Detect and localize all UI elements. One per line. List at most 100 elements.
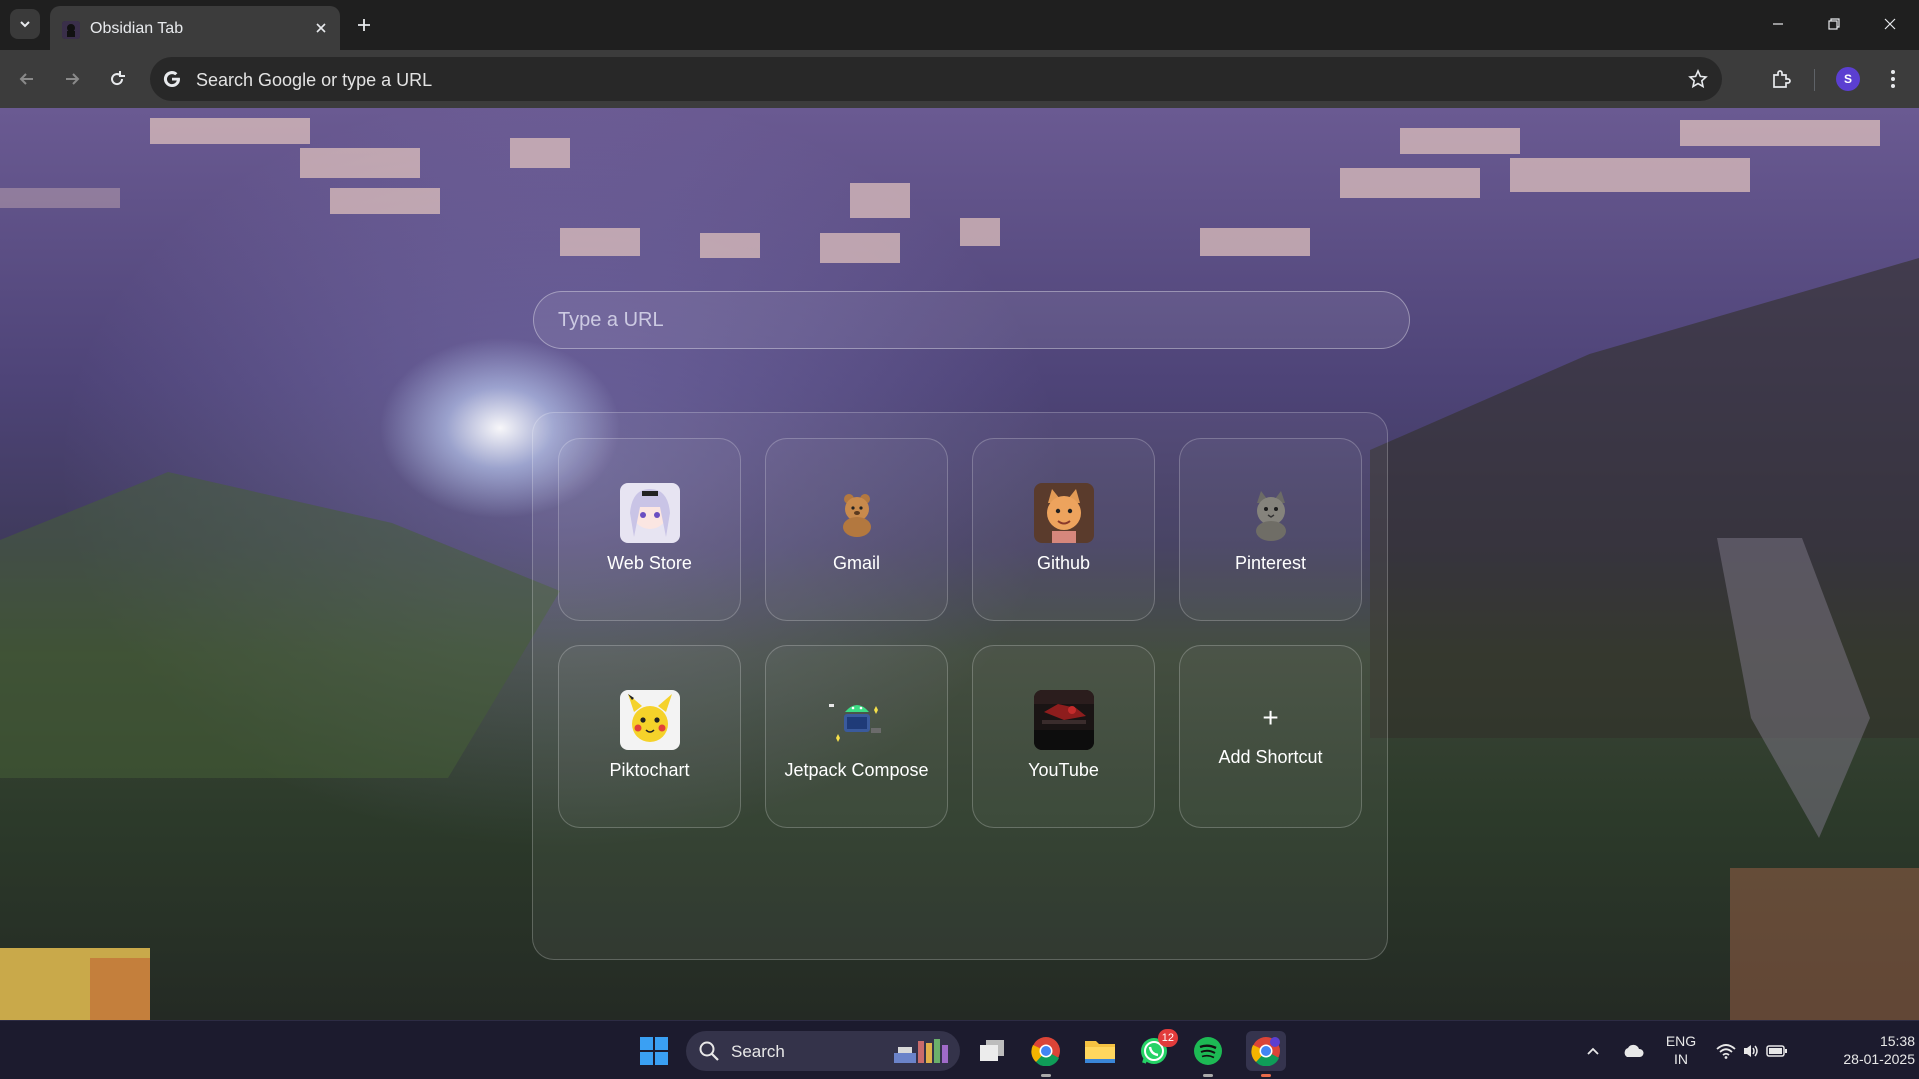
star-icon	[1688, 69, 1708, 89]
tab-strip: Obsidian Tab	[0, 0, 1919, 50]
google-icon	[160, 67, 184, 91]
running-indicator	[1203, 1074, 1213, 1077]
background-cloud	[820, 233, 900, 263]
background-cloud	[560, 228, 640, 256]
minimize-button[interactable]	[1750, 0, 1806, 48]
region-code: IN	[1674, 1051, 1688, 1067]
taskbar-chrome-app[interactable]	[1026, 1031, 1066, 1077]
quick-settings-button[interactable]	[1712, 1021, 1792, 1079]
puzzle-icon	[1773, 70, 1791, 88]
tab-title: Obsidian Tab	[90, 20, 184, 37]
forward-button[interactable]	[55, 62, 89, 96]
shortcut-web-store[interactable]: Web Store	[558, 438, 741, 621]
background-terrain	[90, 958, 150, 1020]
avatar: S	[1836, 67, 1860, 91]
shortcut-label: Github	[1036, 553, 1091, 573]
cloud-icon	[1624, 1044, 1644, 1057]
windows-taskbar: Search 12 ENG IN 15:38 28-01-2025	[0, 1020, 1919, 1079]
task-view-button[interactable]	[972, 1031, 1012, 1071]
spotify-icon	[1194, 1037, 1222, 1065]
minimize-icon	[1773, 23, 1783, 25]
bookmark-star-button[interactable]	[1684, 65, 1712, 93]
background-cloud	[1340, 168, 1480, 198]
windows-logo-icon	[640, 1037, 668, 1065]
back-button[interactable]	[10, 62, 44, 96]
menu-button[interactable]	[1876, 62, 1910, 96]
wifi-icon	[1716, 1043, 1736, 1059]
reload-icon	[111, 71, 125, 86]
active-indicator	[1261, 1074, 1271, 1077]
background-cloud	[1400, 128, 1520, 154]
input-language-indicator[interactable]: ENG IN	[1650, 1032, 1712, 1068]
taskbar-search-text: Search	[731, 1042, 785, 1061]
shortcut-label: Piktochart	[609, 760, 690, 780]
chrome-icon	[1251, 1037, 1280, 1066]
background-cloud	[300, 148, 420, 178]
shortcut-panel: Web Store Gmail Github Pinterest Piktoch…	[532, 412, 1388, 960]
bear-icon	[827, 483, 887, 543]
language-code: ENG	[1665, 1033, 1697, 1049]
obsidian-favicon-icon	[62, 21, 80, 39]
background-cloud	[1510, 158, 1750, 192]
add-shortcut-button[interactable]: + Add Shortcut	[1179, 645, 1362, 828]
shortcut-jetpack-compose[interactable]: Jetpack Compose	[765, 645, 948, 828]
taskbar-search[interactable]: Search	[686, 1031, 960, 1071]
background-terrain	[0, 472, 560, 778]
volume-icon	[1744, 1044, 1758, 1057]
tab-close-button[interactable]	[310, 17, 332, 39]
plus-icon	[358, 19, 370, 31]
shortcut-label: YouTube	[1028, 760, 1099, 780]
background-cloud	[330, 188, 440, 214]
restore-button[interactable]	[1806, 0, 1862, 48]
running-indicator	[1041, 1074, 1051, 1077]
shortcut-piktochart[interactable]: Piktochart	[558, 645, 741, 828]
shortcut-youtube[interactable]: YouTube	[972, 645, 1155, 828]
active-tab[interactable]: Obsidian Tab	[50, 6, 340, 50]
kebab-menu-icon	[1891, 70, 1895, 88]
omnibox[interactable]: Search Google or type a URL	[150, 57, 1722, 101]
taskbar-spotify[interactable]	[1188, 1031, 1228, 1077]
new-tab-page: Web Store Gmail Github Pinterest Pikto	[0, 108, 1919, 1020]
battery-icon	[1766, 1044, 1787, 1057]
background-cloud	[960, 218, 1000, 246]
background-cloud	[0, 188, 120, 208]
background-cloud	[700, 233, 760, 258]
tray-overflow-button[interactable]	[1578, 1021, 1608, 1079]
close-icon	[316, 23, 326, 33]
tab-search-button[interactable]	[10, 9, 40, 39]
shortcut-pinterest[interactable]: Pinterest	[1179, 438, 1362, 621]
arrow-left-icon	[19, 73, 33, 85]
taskbar-chrome-profile-app[interactable]	[1246, 1031, 1286, 1077]
shortcut-github[interactable]: Github	[972, 438, 1155, 621]
arrow-right-icon	[66, 73, 80, 85]
clock-date: 28-01-2025	[1843, 1051, 1915, 1067]
taskbar-whatsapp[interactable]: 12	[1134, 1029, 1178, 1071]
android-icon	[827, 690, 887, 750]
onedrive-button[interactable]	[1616, 1021, 1650, 1079]
reload-button[interactable]	[100, 62, 134, 96]
add-shortcut-label: Add Shortcut	[1218, 747, 1323, 767]
shortcut-label: Jetpack Compose	[784, 760, 929, 780]
folder-icon	[1085, 1041, 1115, 1063]
start-button[interactable]	[634, 1031, 674, 1071]
new-tab-button[interactable]	[350, 11, 378, 39]
video-thumbnail-icon	[1034, 690, 1094, 750]
background-cloud	[850, 183, 910, 218]
clock[interactable]: 15:38 28-01-2025	[1805, 1032, 1915, 1068]
pikachu-icon	[620, 690, 680, 750]
search-icon	[699, 1041, 719, 1061]
shortcut-label: Pinterest	[1234, 553, 1307, 573]
anime-girl-icon	[620, 483, 680, 543]
task-view-icon	[980, 1040, 1004, 1061]
chrome-icon	[1031, 1037, 1060, 1066]
profile-button[interactable]: S	[1831, 62, 1865, 96]
chevron-up-icon	[1587, 1047, 1599, 1055]
url-input[interactable]	[533, 291, 1410, 349]
taskbar-file-explorer[interactable]	[1080, 1031, 1120, 1071]
close-icon	[1884, 18, 1896, 30]
clock-time: 15:38	[1879, 1033, 1915, 1049]
extensions-button[interactable]	[1764, 62, 1798, 96]
close-window-button[interactable]	[1862, 0, 1918, 48]
background-cloud	[510, 138, 570, 168]
shortcut-gmail[interactable]: Gmail	[765, 438, 948, 621]
